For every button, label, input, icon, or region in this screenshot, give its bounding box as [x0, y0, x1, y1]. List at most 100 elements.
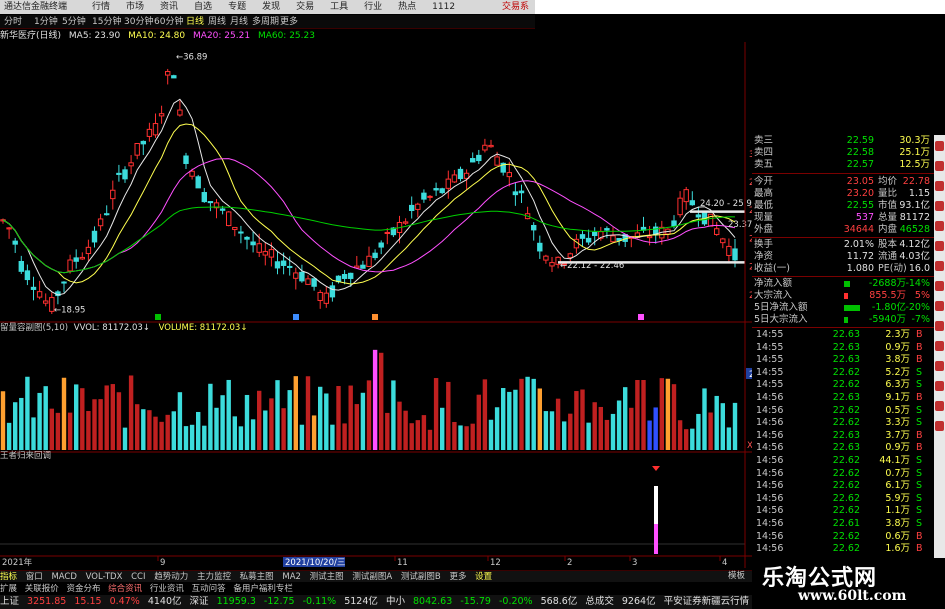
period-more[interactable]: 更多	[280, 15, 298, 29]
volume-bar	[665, 378, 671, 450]
tick-price: 22.62	[832, 455, 860, 466]
subtab-news[interactable]: 综合资讯	[108, 584, 142, 594]
menu-item-redian[interactable]: 热点	[398, 0, 416, 14]
ind-tab-test-main[interactable]: 测试主图	[310, 572, 344, 582]
menu-item-gongju[interactable]: 工具	[330, 0, 348, 14]
period-5min[interactable]: 5分钟	[62, 15, 86, 29]
toolbar-icon[interactable]	[935, 361, 944, 371]
menu-item-zhuanti[interactable]: 专题	[228, 0, 246, 14]
kline-chart[interactable]: ←36.89 ←18.95 ←22.12 - 22.46 24.20 - 25.92 2…	[0, 42, 752, 570]
quote-stat-row: 外盘 34644 内盘 46528	[752, 224, 934, 236]
volume-bar	[440, 407, 445, 450]
volume-bar	[696, 413, 701, 450]
flow-bar	[844, 281, 850, 287]
quote-stat-row: 今开 23.05 均价 22.78	[752, 176, 934, 188]
toolbar-icon[interactable]	[935, 421, 944, 431]
flow-pct: -7%	[911, 314, 931, 325]
toolbar-icon[interactable]	[935, 221, 944, 231]
candle-body	[402, 221, 409, 224]
tick-volume: 6.3万	[885, 379, 910, 391]
candle-body	[720, 238, 726, 244]
toolbar-icon[interactable]	[935, 181, 944, 191]
sh-index-value: 3251.85	[27, 596, 67, 607]
sh-index-name[interactable]: 上证	[0, 596, 19, 607]
toolbar-icon[interactable]	[935, 301, 944, 311]
index-statusbar: 上证 3251.85 15.15 0.47% 4140亿 深证 11959.3 …	[0, 595, 752, 609]
candle-body	[476, 154, 482, 162]
high-annotation: ←36.89	[176, 53, 207, 63]
ind-tab-main-monitor[interactable]: 主力监控	[197, 572, 231, 582]
toolbar-icon[interactable]	[935, 141, 944, 151]
tick-volume: 0.6万	[885, 530, 910, 542]
subtab-fund-distribution[interactable]: 资金分布	[66, 584, 100, 594]
candle-body	[537, 242, 543, 252]
menu-item-shichang[interactable]: 市场	[126, 0, 144, 14]
subtab-user-benefits[interactable]: 备用户福利专栏	[233, 584, 293, 594]
ind-tab-zhibiao[interactable]: 指标	[0, 572, 17, 582]
menu-item-hangye[interactable]: 行业	[364, 0, 382, 14]
toolbar-icon[interactable]	[935, 381, 944, 391]
subtab-qa[interactable]: 互动问答	[192, 584, 226, 594]
candle-body	[512, 191, 519, 196]
period-monthly[interactable]: 月线	[230, 15, 248, 29]
ind-tab-trend[interactable]: 趋势动力	[154, 572, 188, 582]
period-60min[interactable]: 60分钟	[154, 15, 183, 29]
menu-item-zixuan[interactable]: 自选	[194, 0, 212, 14]
ind-tab-macd[interactable]: MACD	[51, 572, 76, 582]
signal-arrow	[652, 466, 660, 471]
ind-tab-settings[interactable]: 设置	[475, 572, 492, 582]
period-fenshi[interactable]: 分时	[4, 15, 22, 29]
subtab-industry-news[interactable]: 行业资讯	[150, 584, 184, 594]
subtab-related-quote[interactable]: 关联报价	[25, 584, 59, 594]
ind-tab-private-main[interactable]: 私募主图	[240, 572, 274, 582]
candle-body	[171, 75, 177, 79]
period-daily[interactable]: 日线	[186, 15, 204, 29]
ind-tab-ma2[interactable]: MA2	[282, 572, 301, 582]
ind-tab-more[interactable]: 更多	[449, 572, 466, 582]
period-weekly[interactable]: 周线	[208, 15, 226, 29]
menu-item-jiaoyi[interactable]: 交易	[296, 0, 314, 14]
toolbar-icon[interactable]	[935, 281, 944, 291]
subtab-expand[interactable]: 扩展	[0, 584, 17, 594]
menu-item-faxian[interactable]: 发现	[262, 0, 280, 14]
candle-body	[85, 246, 92, 255]
toolbar-icon[interactable]	[935, 201, 944, 211]
ind-tab-cci[interactable]: CCI	[131, 572, 145, 582]
period-1min[interactable]: 1分钟	[34, 15, 58, 29]
volume-bar	[580, 389, 585, 450]
menu-item-1112[interactable]: 1112	[432, 0, 455, 14]
candle-body	[488, 144, 494, 148]
toolbar-icon[interactable]	[935, 321, 944, 331]
toolbar-icon[interactable]	[935, 401, 944, 411]
menu-item-hangqing[interactable]: 行情	[92, 0, 110, 14]
app-title: 通达信金融终端	[4, 2, 68, 12]
trade-button[interactable]: 交易系	[502, 0, 529, 14]
toolbar-icon[interactable]	[935, 241, 944, 251]
ind-tab-test-sub-a[interactable]: 测试副图A	[352, 572, 392, 582]
flow-label: 大宗流入	[754, 290, 793, 301]
tick-time: 14:55	[756, 354, 784, 366]
period-30min[interactable]: 30分钟	[124, 15, 153, 29]
right-toolbar[interactable]	[934, 135, 945, 565]
template-button[interactable]: 模板	[728, 570, 745, 582]
toolbar-icon[interactable]	[935, 161, 944, 171]
tick-side: B	[916, 392, 923, 403]
volume-bar	[141, 409, 146, 450]
zx-index-name[interactable]: 中小	[386, 596, 405, 607]
menu-item-zixun[interactable]: 资讯	[160, 0, 178, 14]
volume-bar	[330, 424, 335, 450]
ind-tab-test-sub-b[interactable]: 测试副图B	[401, 572, 441, 582]
ind-tab-chuangkou[interactable]: 窗口	[26, 572, 43, 582]
flow-value: -1.80亿	[871, 302, 906, 313]
tick-row: 14:56 22.61 3.8万 S	[752, 518, 934, 530]
toolbar-icon[interactable]	[935, 261, 944, 271]
tick-price: 22.62	[832, 505, 860, 517]
ask-volume: 25.1万	[899, 147, 930, 158]
period-multi[interactable]: 多周期	[252, 15, 279, 29]
ind-tab-vol-tdx[interactable]: VOL-TDX	[86, 572, 123, 582]
period-15min[interactable]: 15分钟	[92, 15, 121, 29]
toolbar-icon[interactable]	[935, 341, 944, 351]
stat-label: 换手	[754, 239, 774, 250]
sz-index-name[interactable]: 深证	[190, 596, 209, 607]
tick-row: 14:55 22.63 2.3万 B	[752, 329, 934, 341]
